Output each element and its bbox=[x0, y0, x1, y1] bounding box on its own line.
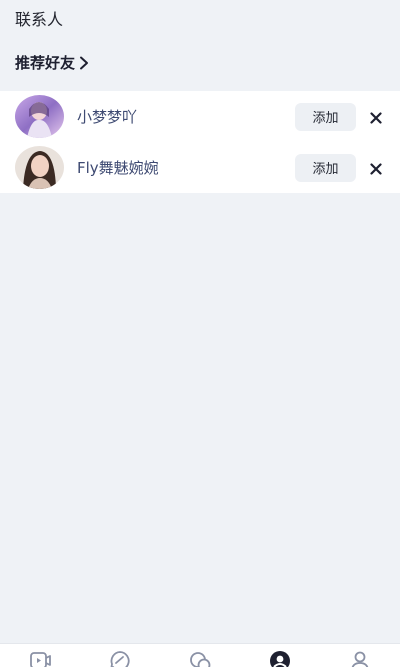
recommended-friends-label: 推荐好友 bbox=[15, 54, 76, 72]
list-item: 小梦梦吖 添加 bbox=[0, 91, 400, 142]
messages-icon[interactable] bbox=[189, 650, 211, 667]
recommended-friends-link[interactable]: 推荐好友 bbox=[15, 52, 91, 74]
bottom-tab-bar bbox=[0, 643, 400, 667]
video-icon[interactable] bbox=[29, 650, 51, 667]
list-item: Fly舞魅婉婉 添加 bbox=[0, 142, 400, 193]
friend-name: 小梦梦吖 bbox=[77, 107, 138, 126]
close-icon[interactable] bbox=[369, 161, 383, 175]
contacts-icon[interactable] bbox=[269, 650, 291, 667]
close-icon[interactable] bbox=[369, 110, 383, 124]
page-title: 联系人 bbox=[15, 10, 64, 29]
add-friend-button[interactable]: 添加 bbox=[295, 102, 356, 131]
recommended-friends-list: 小梦梦吖 添加 Fly舞魅婉婉 添加 bbox=[0, 91, 400, 193]
friend-name: Fly舞魅婉婉 bbox=[77, 158, 159, 177]
chevron-right-icon bbox=[79, 56, 91, 70]
contacts-page: 联系人 推荐好友 小梦梦吖 添加 Fly舞魅婉婉 添加 bbox=[0, 0, 400, 667]
avatar[interactable] bbox=[15, 95, 64, 138]
add-friend-button[interactable]: 添加 bbox=[295, 153, 356, 182]
profile-icon[interactable] bbox=[349, 650, 371, 667]
chat-bubble-icon[interactable] bbox=[109, 650, 131, 667]
page-header: 联系人 bbox=[15, 8, 63, 32]
avatar[interactable] bbox=[15, 146, 64, 189]
